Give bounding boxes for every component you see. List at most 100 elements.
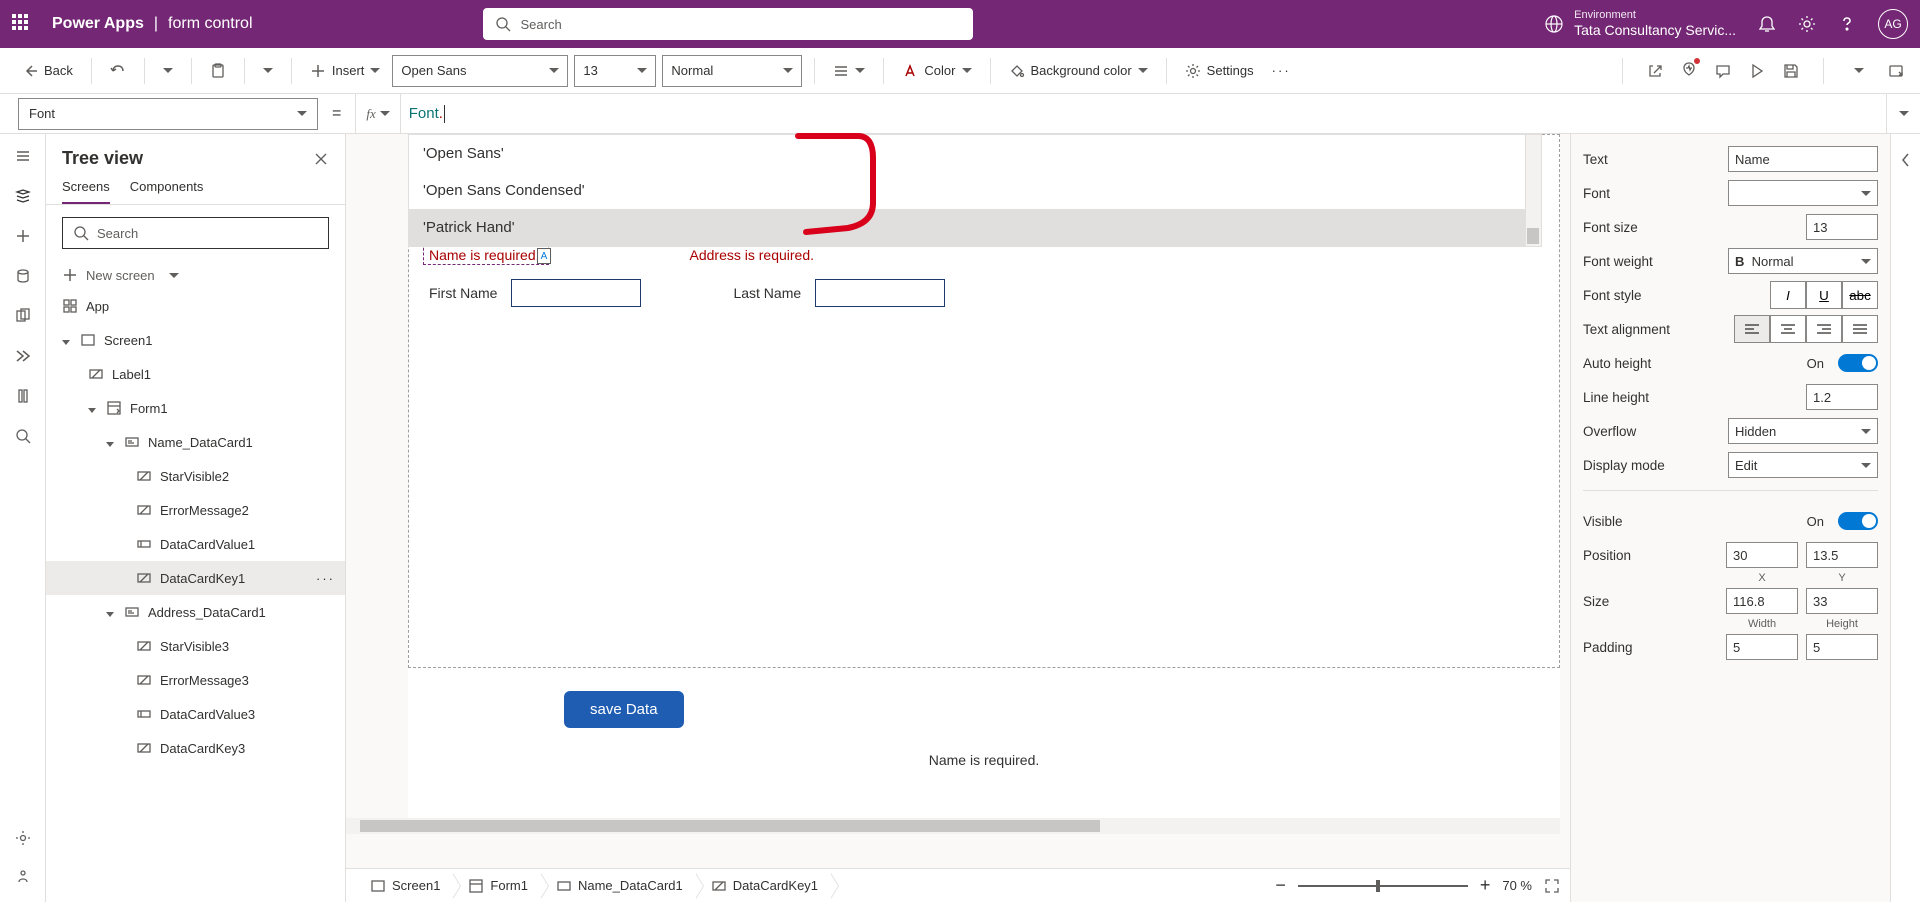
comment-icon[interactable] [1715,63,1731,79]
insert-button[interactable]: Insert [304,59,387,83]
tree-search[interactable]: Search [62,217,329,249]
tree-item-app[interactable]: App [46,289,345,323]
new-screen-button[interactable]: New screen [46,261,345,289]
more-icon[interactable]: ··· [316,571,335,586]
data-icon[interactable] [15,268,31,284]
tree-item-datacardvalue1[interactable]: DataCardValue1 [46,527,345,561]
breadcrumb-item[interactable]: Form1 [454,873,542,899]
search-rail-icon[interactable] [15,428,31,444]
gear-icon[interactable] [1798,15,1816,33]
prop-width[interactable]: 116.8 [1726,588,1798,614]
tree-item-form1[interactable]: Form1 [46,391,345,425]
scrollbar[interactable] [1525,135,1541,246]
tools-icon[interactable] [15,830,31,846]
undo-dropdown[interactable] [157,64,179,77]
more-button[interactable]: ··· [1266,59,1297,82]
prop-overflow[interactable]: Hidden [1728,418,1878,444]
help-icon[interactable] [1838,15,1856,33]
save-data-button[interactable]: save Data [564,691,684,728]
suggest-item[interactable]: 'Open Sans Condensed' [409,172,1541,209]
fx-button[interactable]: fx [355,94,399,133]
prop-pos-y[interactable]: 13.5 [1806,542,1878,568]
tree-item-label1[interactable]: Label1 [46,357,345,391]
formula-input[interactable]: Font. [400,94,1886,133]
last-name-input[interactable] [815,279,945,307]
font-weight-dropdown[interactable]: Normal [662,55,802,87]
bell-icon[interactable] [1758,15,1776,33]
back-button[interactable]: Back [16,59,79,83]
variables-icon[interactable] [15,388,31,404]
prop-line-height[interactable]: 1.2 [1806,384,1878,410]
waffle-icon[interactable] [12,14,32,34]
align-button[interactable] [827,59,871,83]
prop-font-style[interactable]: IUabc [1770,281,1878,309]
expand-right-icon[interactable] [1900,150,1912,170]
prop-text[interactable]: Name [1728,146,1878,172]
prop-pad-top[interactable]: 5 [1726,634,1798,660]
global-search[interactable]: Search [483,8,973,40]
breadcrumb-item[interactable]: DataCardKey1 [697,873,832,899]
tree-item-starvisible3[interactable]: StarVisible3 [46,629,345,663]
publish-icon[interactable] [1888,63,1904,79]
property-selector[interactable]: Font [18,98,318,130]
share-icon[interactable] [1647,63,1663,79]
prop-height[interactable]: 33 [1806,588,1878,614]
save-icon[interactable] [1783,63,1799,79]
media-icon[interactable] [15,308,31,324]
settings-button[interactable]: Settings [1179,59,1260,83]
play-icon[interactable] [1749,63,1765,79]
horizontal-scrollbar[interactable] [346,818,1560,834]
flow-icon[interactable] [15,348,31,364]
color-button[interactable]: Color [896,59,977,83]
prop-font-weight[interactable]: B Normal [1728,248,1878,274]
undo-button[interactable] [104,59,132,83]
tree-item-datacardkey1[interactable]: DataCardKey1··· [46,561,345,595]
tree-item-errormessage2[interactable]: ErrorMessage2 [46,493,345,527]
avatar[interactable]: AG [1878,9,1908,39]
zoom-slider[interactable] [1298,885,1468,887]
canvas[interactable]: 'Open Sans' 'Open Sans Condensed' 'Patri… [408,134,1560,828]
app-title[interactable]: Power Apps [52,15,144,33]
ask-icon[interactable] [15,868,31,884]
chevron-down-icon [263,68,273,73]
prop-auto-height-toggle[interactable] [1838,354,1878,372]
prop-text-align[interactable] [1734,315,1878,343]
first-name-input[interactable] [511,279,641,307]
font-size-dropdown[interactable]: 13 [574,55,656,87]
tree-item-addresscard[interactable]: Address_DataCard1 [46,595,345,629]
tab-screens[interactable]: Screens [62,179,110,204]
fit-icon[interactable] [1544,878,1560,894]
tree-item-errormessage3[interactable]: ErrorMessage3 [46,663,345,697]
bg-color-button[interactable]: Background color [1003,59,1154,83]
tree-item-namecard[interactable]: Name_DataCard1 [46,425,345,459]
suggest-item[interactable]: 'Open Sans' [409,135,1541,172]
breadcrumb-item[interactable]: Name_DataCard1 [542,873,697,899]
paste-dropdown[interactable] [257,64,279,77]
tab-components[interactable]: Components [130,179,204,204]
accessibility-badge: A [537,248,551,264]
tree-view-icon[interactable] [15,188,31,204]
breadcrumb-item[interactable]: Screen1 [356,873,454,899]
tree-item-screen1[interactable]: Screen1 [46,323,345,357]
zoom-in[interactable]: + [1480,875,1491,896]
add-icon[interactable] [15,228,31,244]
environment-picker[interactable]: Environment Tata Consultancy Servic... [1544,9,1736,39]
hamburger-icon[interactable] [15,148,31,164]
prop-font[interactable] [1728,180,1878,206]
close-icon[interactable] [313,151,329,167]
tree-item-datacardkey3[interactable]: DataCardKey3 [46,731,345,765]
paste-button[interactable] [204,59,232,83]
save-dropdown[interactable] [1848,64,1870,77]
prop-display-mode[interactable]: Edit [1728,452,1878,478]
suggest-item[interactable]: 'Patrick Hand' [409,209,1541,246]
prop-font-size[interactable]: 13 [1806,214,1878,240]
tree-item-starvisible2[interactable]: StarVisible2 [46,459,345,493]
zoom-out[interactable]: − [1275,875,1286,896]
expand-formula-button[interactable] [1886,94,1920,133]
prop-pos-x[interactable]: 30 [1726,542,1798,568]
health-icon[interactable] [1681,61,1697,80]
prop-pad-bottom[interactable]: 5 [1806,634,1878,660]
prop-visible-toggle[interactable] [1838,512,1878,530]
font-dropdown[interactable]: Open Sans [392,55,568,87]
tree-item-datacardvalue3[interactable]: DataCardValue3 [46,697,345,731]
